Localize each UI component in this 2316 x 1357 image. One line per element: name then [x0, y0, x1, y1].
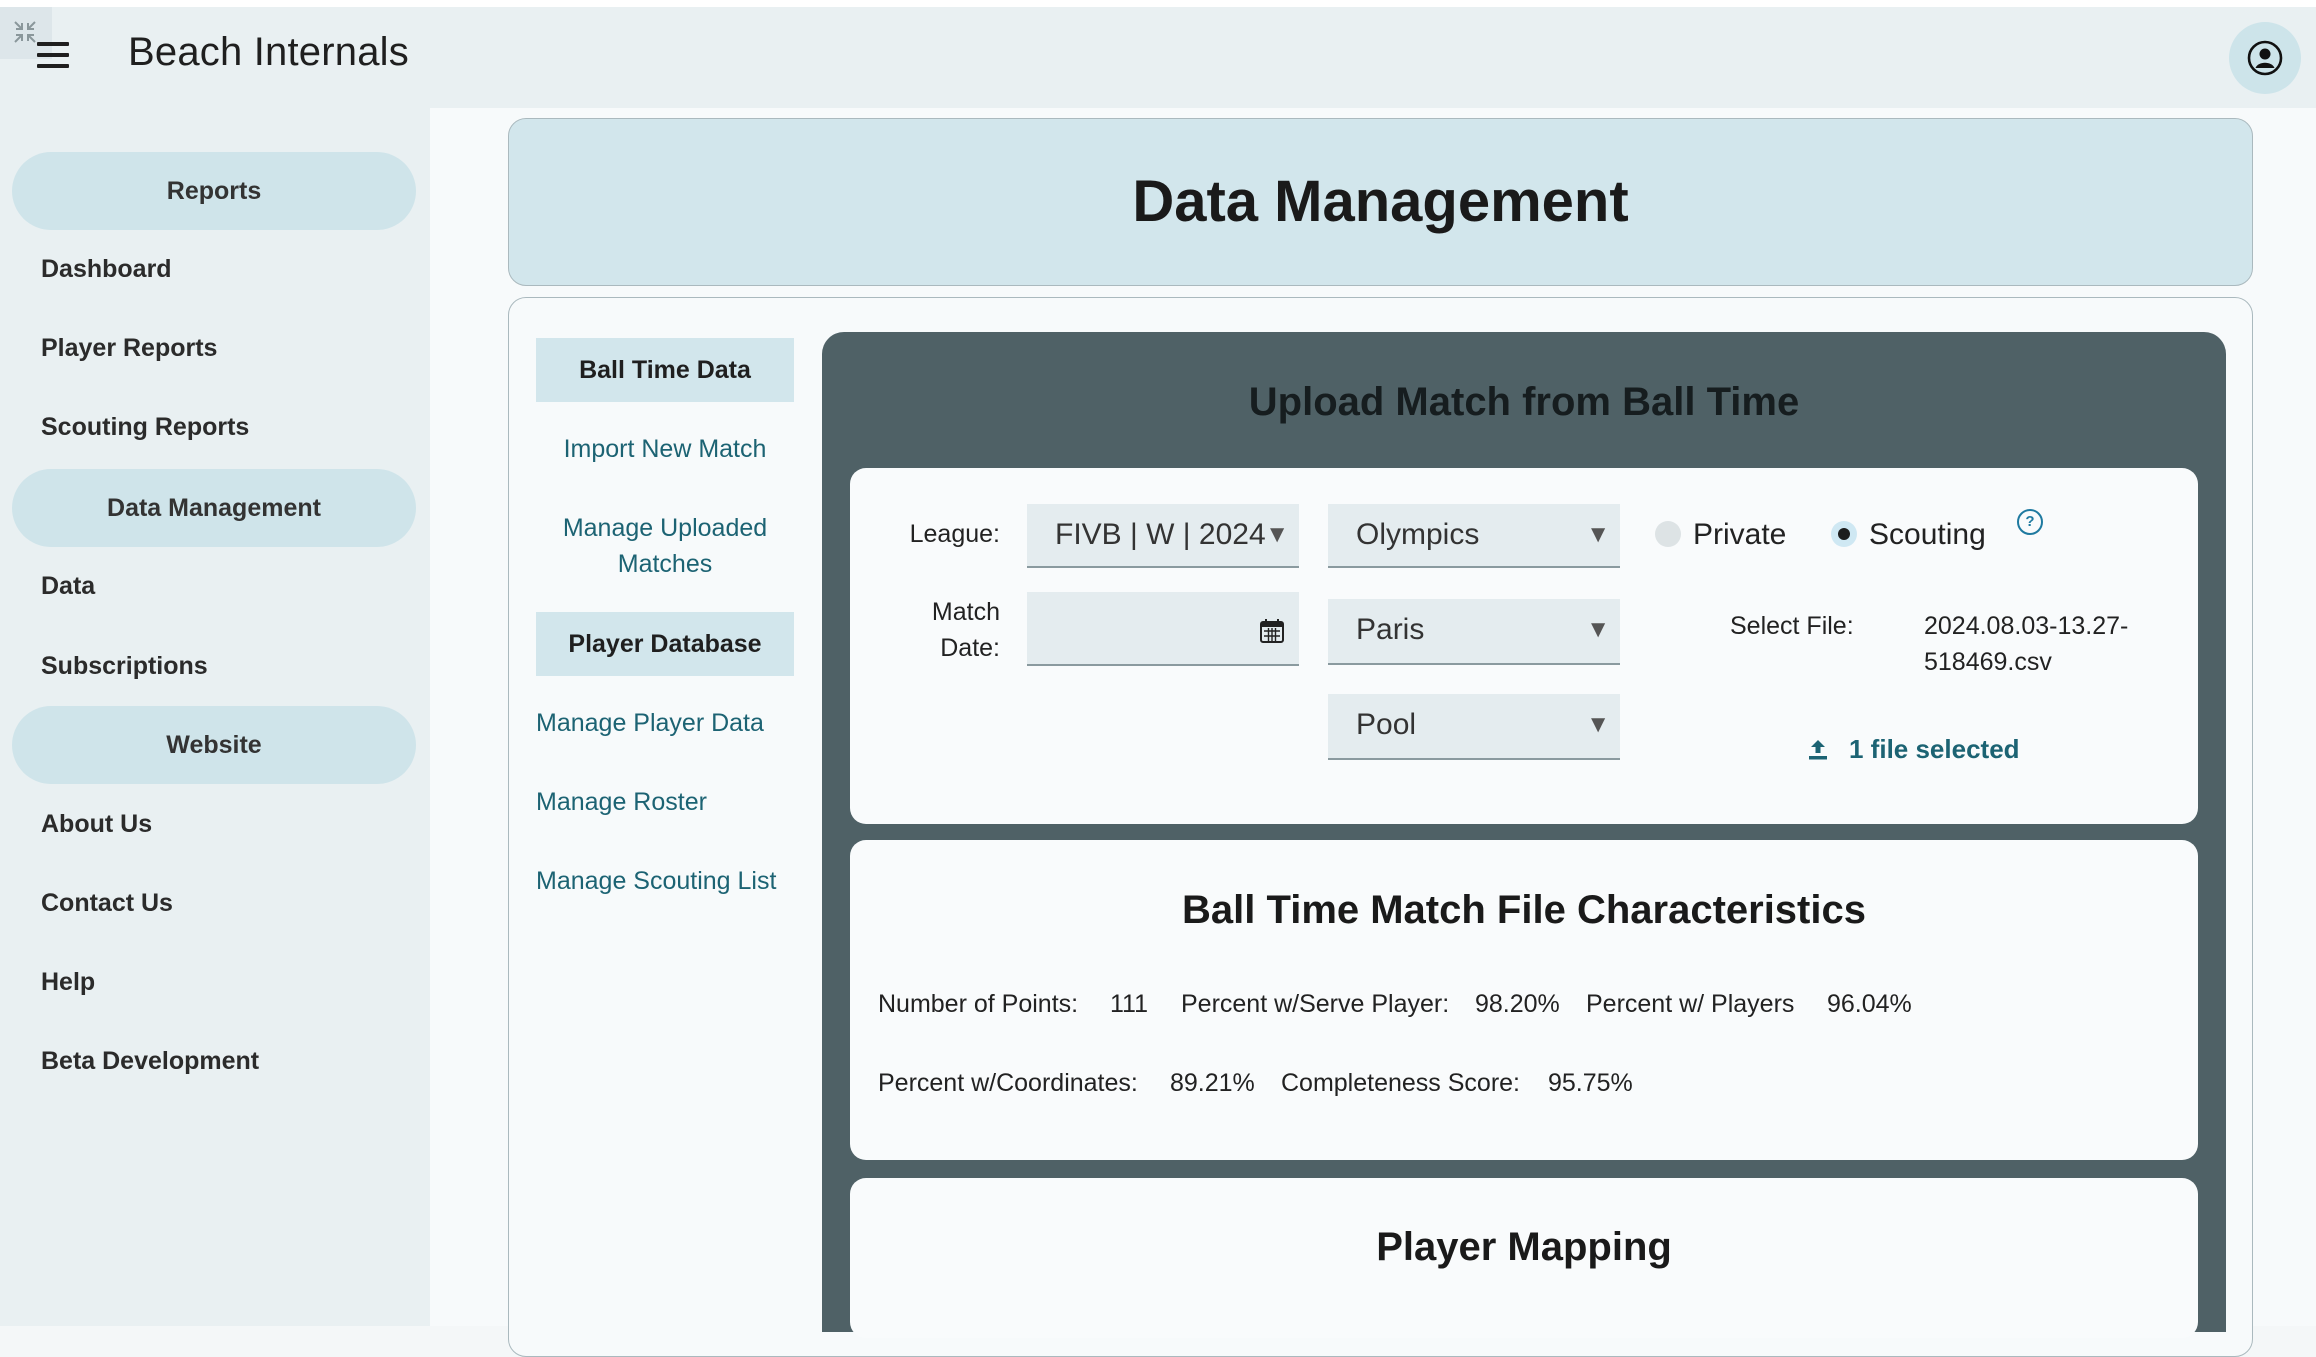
sidebar-item-contact-us[interactable]: Contact Us	[41, 889, 173, 918]
sidebar-item-help[interactable]: Help	[41, 968, 95, 997]
subnav-manage-roster[interactable]: Manage Roster	[536, 784, 707, 820]
sidebar-item-beta-development[interactable]: Beta Development	[41, 1047, 259, 1076]
upload-panel-title: Upload Match from Ball Time	[1248, 380, 1800, 424]
subnav-manage-player-data[interactable]: Manage Player Data	[536, 705, 764, 741]
city-select[interactable]: Paris ▼	[1328, 599, 1620, 665]
stat-value: 96.04%	[1827, 990, 1912, 1018]
selected-file-name: 2024.08.03-13.27-518469.csv	[1924, 612, 2129, 676]
subnav-manage-uploaded-matches[interactable]: Manage Uploaded Matches	[536, 510, 794, 582]
stat-value: 89.21%	[1170, 1069, 1255, 1097]
league-label: League:	[909, 520, 1000, 548]
dropdown-arrow-icon: ▼	[1586, 616, 1610, 643]
stat-value: 95.75%	[1548, 1069, 1633, 1097]
radio-private-label: Private	[1693, 518, 1787, 551]
select-file-label: Select File:	[1730, 612, 1854, 640]
sidebar-item-scouting-reports[interactable]: Scouting Reports	[41, 413, 249, 442]
stat-label: Percent w/Serve Player:	[1181, 990, 1450, 1018]
stat-label: Percent w/Coordinates:	[878, 1069, 1138, 1097]
event-select-value: Olympics	[1356, 518, 1480, 551]
app-title: Beach Internals	[128, 30, 409, 74]
round-select[interactable]: Pool ▼	[1328, 694, 1620, 760]
city-select-value: Paris	[1356, 613, 1425, 646]
hamburger-menu-icon[interactable]	[37, 42, 69, 72]
dropdown-arrow-icon: ▼	[1586, 521, 1610, 548]
match-date-label: Match Date:	[931, 598, 1000, 662]
radio-scouting-label: Scouting	[1869, 518, 1986, 551]
event-select[interactable]: Olympics ▼	[1328, 504, 1620, 568]
upload-status: 1 file selected	[1849, 734, 2020, 764]
league-select-value: FIVB | W | 2024	[1055, 518, 1266, 551]
help-circle-icon[interactable]: ?	[2017, 509, 2043, 535]
sidebar-section-website[interactable]: Website	[12, 706, 416, 784]
dropdown-arrow-icon: ▼	[1586, 711, 1610, 738]
sidebar-item-dashboard[interactable]: Dashboard	[41, 255, 172, 284]
sidebar-section-reports[interactable]: Reports	[12, 152, 416, 230]
subnav-player-database[interactable]: Player Database	[536, 612, 794, 676]
calendar-icon[interactable]	[1259, 618, 1285, 644]
stat-label: Completeness Score:	[1281, 1069, 1521, 1097]
player-mapping-title: Player Mapping	[1376, 1225, 1672, 1269]
user-account-icon[interactable]	[2229, 22, 2301, 94]
radio-scouting-dot	[1831, 521, 1857, 547]
top-strip	[0, 0, 2316, 7]
dropdown-arrow-icon: ▼	[1265, 521, 1289, 548]
round-select-value: Pool	[1356, 708, 1417, 741]
subnav-manage-scouting-list[interactable]: Manage Scouting List	[536, 863, 776, 899]
league-select[interactable]: FIVB | W | 2024 ▼	[1027, 504, 1299, 568]
sidebar: Reports Dashboard Player Reports Scoutin…	[0, 108, 430, 1326]
stat-value: 98.20%	[1475, 990, 1560, 1018]
subnav-import-new-match[interactable]: Import New Match	[536, 431, 794, 467]
radio-private-dot	[1655, 521, 1681, 547]
subnav-ball-time-data[interactable]: Ball Time Data	[536, 338, 794, 402]
sidebar-item-player-reports[interactable]: Player Reports	[41, 334, 217, 363]
stat-label: Percent w/ Players	[1586, 990, 1795, 1018]
stat-label: Number of Points:	[878, 990, 1079, 1018]
match-date-input[interactable]	[1027, 592, 1299, 666]
sidebar-section-data-management[interactable]: Data Management	[12, 469, 416, 547]
sidebar-item-data[interactable]: Data	[41, 572, 95, 601]
characteristics-title: Ball Time Match File Characteristics	[1182, 888, 1866, 932]
sidebar-item-about-us[interactable]: About Us	[41, 810, 152, 839]
stat-value: 111	[1110, 990, 1149, 1018]
upload-icon	[1809, 740, 1827, 760]
sidebar-item-subscriptions[interactable]: Subscriptions	[41, 652, 208, 681]
page-title: Data Management	[508, 118, 2253, 286]
